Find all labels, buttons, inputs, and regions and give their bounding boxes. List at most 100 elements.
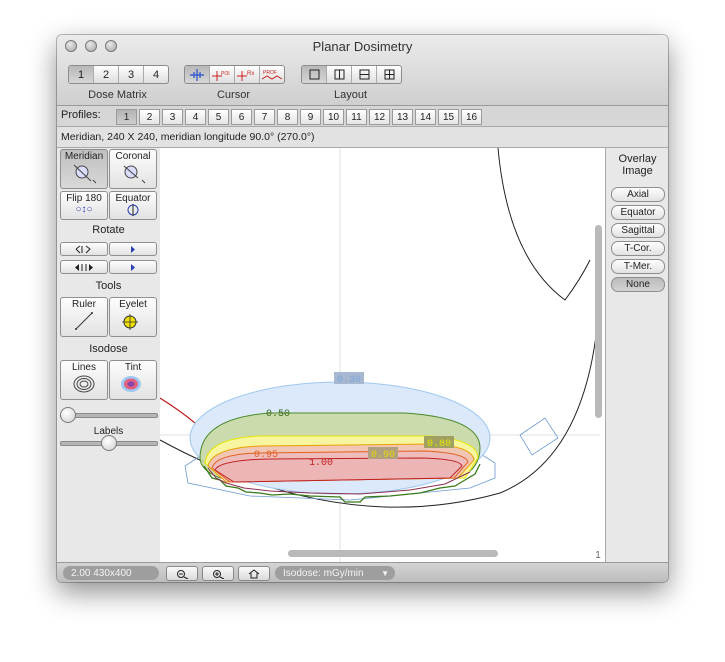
- threshold-slider-knob[interactable]: [60, 407, 76, 423]
- info-bar: Meridian, 240 X 240, meridian longitude …: [57, 127, 668, 148]
- reference-square: [519, 417, 559, 456]
- profile-6-button[interactable]: 6: [231, 109, 252, 125]
- vertical-scrollbar[interactable]: [595, 225, 602, 418]
- label-0-50: 0.50: [266, 409, 290, 420]
- play-right-icon: [131, 263, 135, 271]
- dose-matrix-label: Dose Matrix: [88, 89, 147, 101]
- overlay-heading-line1: Overlay: [618, 153, 657, 165]
- rotate-ccw-button[interactable]: [60, 242, 108, 256]
- two-column-icon[interactable]: [326, 66, 351, 83]
- flip-180-button[interactable]: Flip 180 ○↕○: [60, 191, 108, 220]
- profile-8-button[interactable]: 8: [277, 109, 298, 125]
- zoom-out-button[interactable]: [166, 566, 198, 581]
- dose-matrix-3[interactable]: 3: [118, 66, 143, 83]
- svg-text:0.30: 0.30: [337, 375, 361, 386]
- isodose-tint-icon: [121, 376, 141, 392]
- label-0-80: 0.80: [424, 436, 454, 450]
- rotate-flip-button[interactable]: [60, 260, 108, 274]
- ruler-label: Ruler: [72, 299, 96, 310]
- dose-matrix-4[interactable]: 4: [143, 66, 168, 83]
- profile-14-button[interactable]: 14: [415, 109, 436, 125]
- info-text: Meridian, 240 X 240, meridian longitude …: [61, 131, 315, 143]
- meridian-eye-icon: [73, 164, 97, 184]
- overlay-panel: Overlay Image Axial Equator Sagittal T-C…: [605, 148, 668, 562]
- labels-slider-knob[interactable]: [101, 435, 117, 451]
- poi-cursor-icon[interactable]: POI: [209, 66, 234, 83]
- svg-text:0.80: 0.80: [427, 439, 451, 450]
- rotate-heading: Rotate: [92, 224, 125, 236]
- equator-button[interactable]: Equator: [109, 191, 157, 220]
- profile-10-button[interactable]: 10: [323, 109, 344, 125]
- window-title: Planar Dosimetry: [312, 39, 413, 54]
- rx-text: Rx: [247, 71, 254, 77]
- overlay-t-cor-button[interactable]: T-Cor.: [611, 241, 665, 256]
- isodose-lines-button[interactable]: Lines: [60, 360, 108, 400]
- layout-selector[interactable]: [301, 65, 402, 84]
- rotate-flip-icon: [75, 263, 93, 271]
- label-0-95: 0.95: [254, 450, 278, 461]
- meridian-button[interactable]: Meridian: [60, 149, 108, 189]
- profile-2-button[interactable]: 2: [139, 109, 160, 125]
- zoom-in-button[interactable]: [202, 566, 234, 581]
- isodose-lines-icon: [73, 375, 95, 393]
- ruler-button[interactable]: Ruler: [60, 297, 108, 337]
- overlay-sagittal-button[interactable]: Sagittal: [611, 223, 665, 238]
- single-view-icon[interactable]: [302, 66, 326, 83]
- status-bar: 2.00 430x400 Isodose: mGy/min ▼: [57, 562, 668, 582]
- home-button[interactable]: [238, 566, 270, 581]
- coronal-button[interactable]: Coronal: [109, 149, 157, 189]
- two-row-icon[interactable]: [351, 66, 376, 83]
- label-0-90: 0.90: [368, 447, 398, 461]
- flip-180-label: Flip 180: [66, 193, 102, 204]
- isodose-tint-button[interactable]: Tint: [109, 360, 157, 400]
- profile-4-button[interactable]: 4: [185, 109, 206, 125]
- rx-cursor-icon[interactable]: Rx: [234, 66, 259, 83]
- overlay-heading: Overlay Image: [606, 153, 668, 177]
- overlay-heading-line2: Image: [622, 165, 653, 177]
- eyelet-button[interactable]: Eyelet: [109, 297, 157, 337]
- dose-plot-area[interactable]: 0.30 0.50 0.80 0.90 0.95 1.00 1: [160, 148, 605, 562]
- isodose-units-select[interactable]: Isodose: mGy/min ▼: [275, 566, 395, 580]
- profile-16-button[interactable]: 16: [461, 109, 482, 125]
- dose-matrix-selector[interactable]: 1 2 3 4: [68, 65, 169, 84]
- overlay-none-button[interactable]: None: [611, 277, 665, 292]
- profile-5-button[interactable]: 5: [208, 109, 229, 125]
- profile-13-button[interactable]: 13: [392, 109, 413, 125]
- flip-icon: ○↕○: [75, 204, 93, 215]
- profile-3-button[interactable]: 3: [162, 109, 183, 125]
- profile-12-button[interactable]: 12: [369, 109, 390, 125]
- eye-dome-outline: [497, 148, 591, 301]
- page-indicator: 1: [595, 550, 601, 561]
- rotate-right-button[interactable]: [109, 242, 157, 256]
- profile-11-button[interactable]: 11: [346, 109, 367, 125]
- profile-1-button[interactable]: 1: [116, 109, 137, 125]
- profile-cursor-icon[interactable]: PROF: [259, 66, 284, 83]
- dose-matrix-2[interactable]: 2: [93, 66, 118, 83]
- overlay-equator-button[interactable]: Equator: [611, 205, 665, 220]
- profile-15-button[interactable]: 15: [438, 109, 459, 125]
- coronal-label: Coronal: [115, 151, 151, 162]
- isodose-plot[interactable]: 0.30 0.50 0.80 0.90 0.95 1.00 1: [160, 148, 605, 562]
- label-0-30: 0.30: [334, 372, 364, 386]
- equator-icon: [127, 204, 139, 216]
- profiles-label: Profiles:: [61, 109, 101, 121]
- zoom-readout: 2.00 430x400: [63, 566, 159, 580]
- svg-text:0.90: 0.90: [371, 450, 395, 461]
- coronal-eye-icon: [123, 165, 146, 184]
- overlay-t-mer-button[interactable]: T-Mer.: [611, 259, 665, 274]
- profile-9-button[interactable]: 9: [300, 109, 321, 125]
- prof-text: PROF: [263, 70, 277, 76]
- horizontal-scrollbar[interactable]: [288, 550, 498, 557]
- zoom-out-icon: [177, 569, 189, 579]
- profile-7-button[interactable]: 7: [254, 109, 275, 125]
- overlay-axial-button[interactable]: Axial: [611, 187, 665, 202]
- toolbar: Planar Dosimetry 1 2 3 4 Dose Matrix POI…: [57, 35, 668, 106]
- ruler-icon: [75, 312, 93, 330]
- zoom-in-icon: [213, 569, 225, 579]
- four-quadrant-icon[interactable]: [376, 66, 401, 83]
- cursor-selector[interactable]: POI Rx PROF: [184, 65, 285, 84]
- rotate-right-2-button[interactable]: [109, 260, 157, 274]
- meridian-label: Meridian: [64, 151, 104, 162]
- crosshair-icon[interactable]: [185, 66, 209, 83]
- dose-matrix-1[interactable]: 1: [69, 66, 93, 83]
